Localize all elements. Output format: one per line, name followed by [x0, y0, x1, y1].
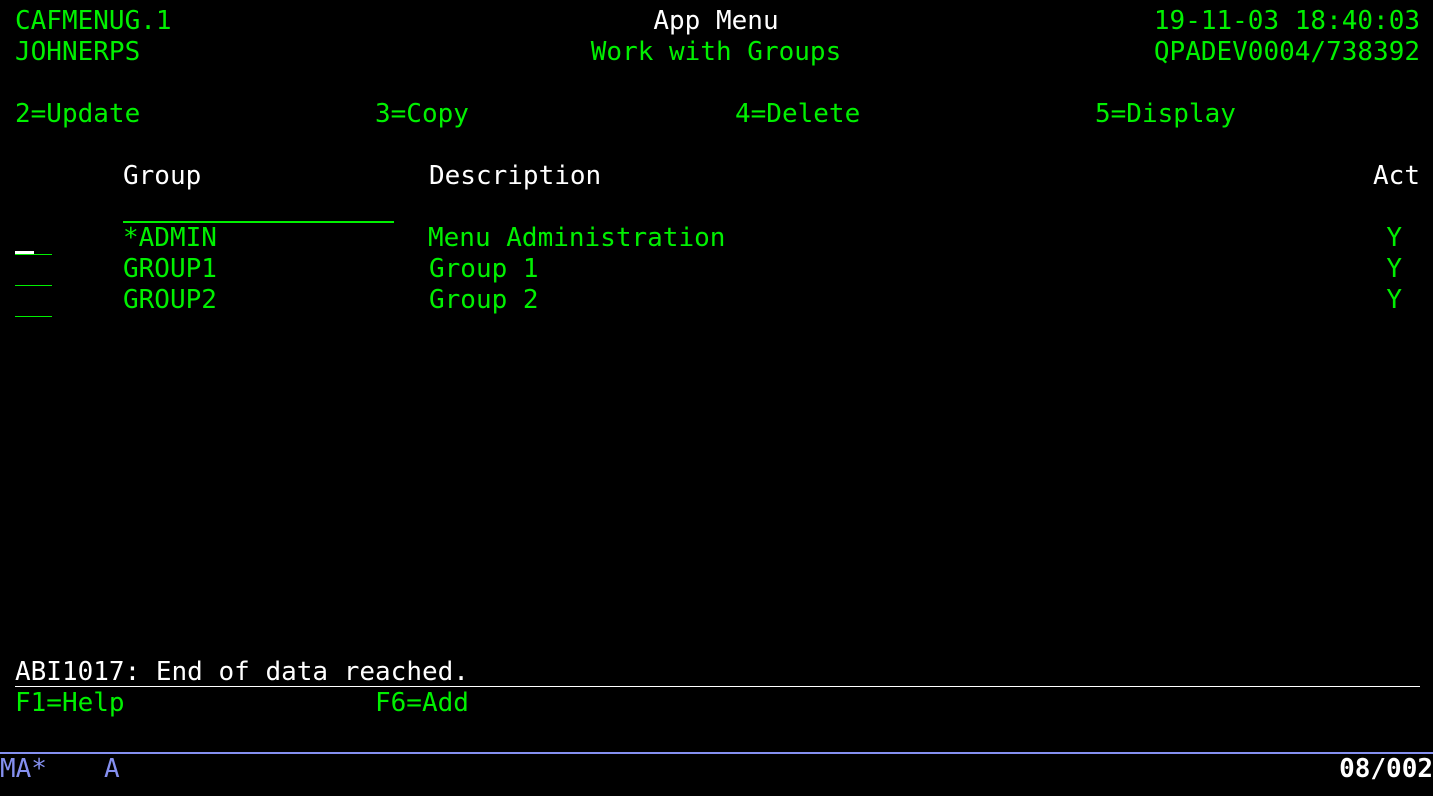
row-description: Group 2: [429, 285, 539, 315]
row-description: Menu Administration: [428, 223, 726, 253]
text-cursor: [15, 251, 34, 254]
row-active: Y: [1386, 254, 1402, 284]
message-divider: [15, 686, 1420, 687]
option-copy: 3=Copy: [375, 99, 469, 129]
column-header-group: Group: [123, 161, 202, 191]
column-header-active: Act: [1373, 161, 1420, 191]
status-indicator: A: [104, 754, 120, 784]
f1-help-key[interactable]: F1=Help: [15, 688, 125, 719]
program-name: CAFMENUG.1: [15, 6, 172, 36]
row-active: Y: [1386, 223, 1402, 253]
system-datetime: 19-11-03 18:40:03: [1153, 6, 1420, 36]
row-option-input[interactable]: [15, 316, 52, 317]
option-update: 2=Update: [15, 99, 141, 129]
row-option-input[interactable]: [15, 254, 52, 255]
device-name: QPADEV0004/738392: [1153, 37, 1420, 67]
screen-title: Work with Groups: [590, 37, 842, 67]
row-description: Group 1: [429, 254, 539, 284]
f6-add-key[interactable]: F6=Add: [375, 688, 469, 719]
status-message: ABI1017: End of data reached.: [15, 657, 469, 687]
status-mode: MA*: [0, 754, 47, 784]
row-option-input[interactable]: [15, 285, 52, 286]
user-name: JOHNERPS: [15, 37, 141, 67]
option-delete: 4=Delete: [735, 99, 861, 129]
row-group: GROUP2: [123, 285, 217, 315]
option-display: 5=Display: [1095, 99, 1236, 129]
app-title: App Menu: [653, 6, 779, 36]
row-active: Y: [1386, 285, 1402, 315]
row-group: *ADMIN: [123, 223, 217, 253]
status-bar-divider: [0, 752, 1433, 754]
row-group: GROUP1: [123, 254, 217, 284]
column-header-description: Description: [429, 161, 602, 191]
cursor-position: 08/002: [1339, 754, 1433, 784]
